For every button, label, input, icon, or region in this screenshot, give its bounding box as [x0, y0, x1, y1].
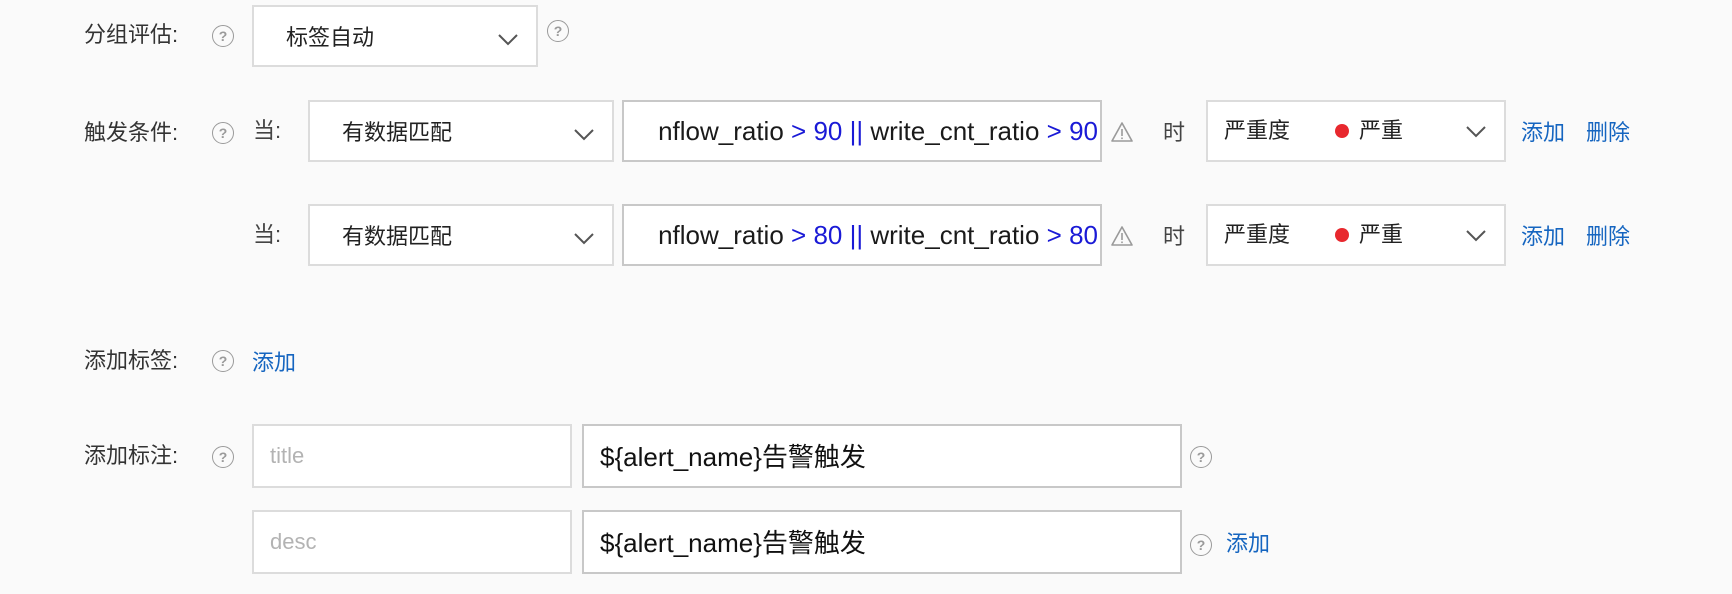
- warning-triangle-icon: [1111, 226, 1133, 246]
- add-annotation-link[interactable]: 添加: [1226, 529, 1270, 559]
- annotation-value-text: ${alert_name}告警触发: [600, 442, 866, 472]
- help-icon[interactable]: ?: [212, 122, 234, 144]
- expr-operator: >: [791, 220, 807, 250]
- when-label: 当:: [253, 118, 282, 143]
- when-label: 当:: [253, 222, 282, 247]
- expr-threshold: 90: [806, 116, 843, 146]
- annotation-value-input[interactable]: ${alert_name}告警触发: [582, 424, 1182, 488]
- condition-expression-input[interactable]: nflow_ratio > 80 || write_cnt_ratio > 80: [622, 204, 1102, 266]
- severity-dot: [1335, 228, 1349, 242]
- match-mode-select[interactable]: 有数据匹配: [308, 204, 614, 266]
- expr-threshold: 90: [1061, 116, 1098, 146]
- expr-operator: >: [791, 116, 807, 146]
- add-annotations-label: 添加标注:: [84, 443, 179, 468]
- group-eval-select[interactable]: 标签自动: [252, 5, 538, 67]
- add-tags-label: 添加标签:: [84, 348, 179, 373]
- expr-or: ||: [842, 116, 871, 146]
- help-icon[interactable]: ?: [212, 446, 234, 468]
- help-icon[interactable]: ?: [212, 25, 234, 47]
- annotation-value-input[interactable]: ${alert_name}告警触发: [582, 510, 1182, 574]
- group-eval-select-value: 标签自动: [286, 25, 375, 50]
- annotation-value-text: ${alert_name}告警触发: [600, 528, 866, 558]
- annotation-key-input[interactable]: title: [252, 424, 572, 488]
- expr-operator: >: [1046, 116, 1062, 146]
- expr-or: ||: [842, 220, 871, 250]
- expr-threshold: 80: [806, 220, 843, 250]
- condition-expression-input[interactable]: nflow_ratio > 90 || write_cnt_ratio > 90: [622, 100, 1102, 162]
- severity-select[interactable]: 严重度 严重: [1206, 204, 1506, 266]
- chevron-down-icon: [498, 34, 518, 46]
- severity-label: 严重度: [1224, 222, 1291, 247]
- severity-value: 严重: [1359, 118, 1404, 143]
- time-label: 时: [1163, 120, 1186, 145]
- help-icon[interactable]: ?: [1190, 534, 1212, 556]
- match-mode-select[interactable]: 有数据匹配: [308, 100, 614, 162]
- chevron-down-icon: [1466, 230, 1486, 242]
- expr-operator: >: [1046, 220, 1062, 250]
- expr-text: write_cnt_ratio: [870, 116, 1047, 146]
- group-eval-label: 分组评估:: [84, 22, 179, 47]
- severity-dot: [1335, 124, 1349, 138]
- severity-value: 严重: [1359, 222, 1404, 247]
- chevron-down-icon: [574, 129, 594, 141]
- trigger-label: 触发条件:: [84, 120, 179, 145]
- chevron-down-icon: [1466, 126, 1486, 138]
- expr-text: nflow_ratio: [658, 220, 792, 250]
- time-label: 时: [1163, 224, 1186, 249]
- add-tag-link[interactable]: 添加: [252, 348, 296, 378]
- add-condition-link[interactable]: 添加: [1521, 222, 1565, 252]
- match-mode-value: 有数据匹配: [342, 120, 453, 145]
- chevron-down-icon: [574, 233, 594, 245]
- warning-triangle-icon: [1111, 122, 1133, 142]
- add-condition-link[interactable]: 添加: [1521, 118, 1565, 148]
- annotation-key-placeholder: title: [270, 443, 305, 468]
- annotation-key-input[interactable]: desc: [252, 510, 572, 574]
- help-icon[interactable]: ?: [547, 20, 569, 42]
- match-mode-value: 有数据匹配: [342, 224, 453, 249]
- expr-text: nflow_ratio: [658, 116, 792, 146]
- help-icon[interactable]: ?: [1190, 446, 1212, 468]
- severity-label: 严重度: [1224, 118, 1291, 143]
- delete-condition-link[interactable]: 删除: [1586, 118, 1630, 148]
- severity-select[interactable]: 严重度 严重: [1206, 100, 1506, 162]
- expr-text: write_cnt_ratio: [870, 220, 1047, 250]
- delete-condition-link[interactable]: 删除: [1586, 222, 1630, 252]
- help-icon[interactable]: ?: [212, 350, 234, 372]
- expr-threshold: 80: [1061, 220, 1098, 250]
- annotation-key-placeholder: desc: [270, 529, 317, 554]
